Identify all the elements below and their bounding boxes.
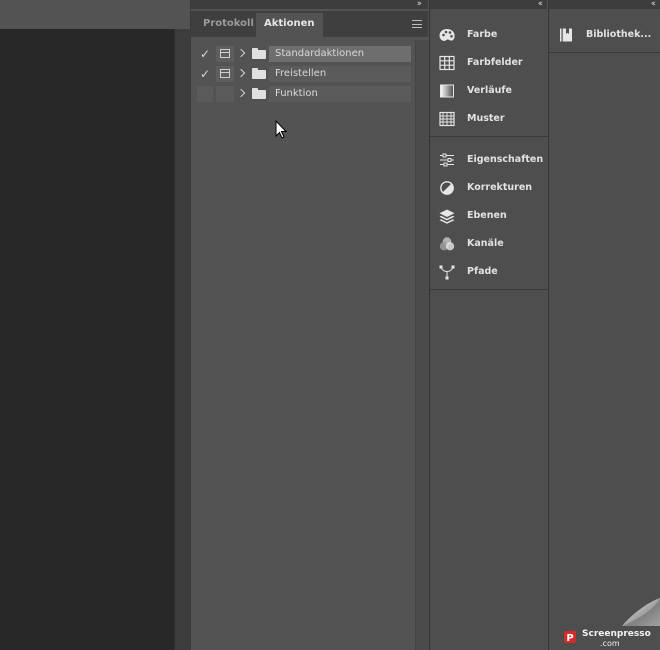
expand-dock-icon[interactable]: ‹‹ bbox=[538, 0, 543, 9]
dock-item-label: Korrekturen bbox=[467, 182, 533, 193]
action-set-row[interactable]: ✓ Standardaktionen bbox=[195, 44, 411, 64]
dialog-icon bbox=[220, 69, 230, 78]
dock-item-label: Muster bbox=[467, 113, 505, 124]
dock-group-library: Bibliothek... bbox=[549, 21, 660, 49]
dock-item-muster[interactable]: Muster bbox=[430, 105, 548, 133]
watermark-domain: .com bbox=[600, 639, 620, 648]
toggle-checkmark-icon[interactable]: ✓ bbox=[197, 66, 213, 82]
panel-scrollbar[interactable] bbox=[415, 40, 429, 650]
dock-item-label: Ebenen bbox=[467, 210, 507, 221]
toggle-checkmark-icon[interactable]: ✓ bbox=[197, 46, 213, 62]
gradient-icon bbox=[438, 83, 456, 99]
swatches-grid-icon bbox=[438, 55, 456, 71]
action-set-row[interactable]: Funktion bbox=[195, 84, 411, 104]
paths-icon bbox=[438, 264, 456, 280]
dock-item-label: Farbfelder bbox=[467, 57, 523, 68]
folder-icon bbox=[251, 86, 267, 102]
dock-item-farbe[interactable]: Farbe bbox=[430, 21, 548, 49]
workspace bbox=[0, 0, 174, 650]
dock-divider bbox=[549, 52, 660, 53]
action-set-row[interactable]: ✓ Freistellen bbox=[195, 64, 411, 84]
icon-panel-dock: ‹‹ Farbe Farbfelder Verläufe Muster Eige… bbox=[429, 0, 548, 650]
expand-panels-icon[interactable]: ›› bbox=[417, 0, 422, 9]
actions-panel: ›› Protokoll Aktionen ✓ Standardaktionen… bbox=[190, 0, 429, 650]
toggle-checkmark-empty[interactable] bbox=[197, 86, 213, 102]
adjustments-icon bbox=[438, 180, 456, 196]
dock-item-pfade[interactable]: Pfade bbox=[430, 258, 548, 286]
expand-chevron-icon[interactable] bbox=[236, 66, 248, 82]
tab-aktionen[interactable]: Aktionen bbox=[256, 13, 323, 37]
dialog-toggle[interactable] bbox=[216, 86, 234, 102]
layers-icon bbox=[438, 208, 456, 224]
dock-item-label: Kanäle bbox=[467, 238, 504, 249]
library-dock: ‹‹ Bibliothek... bbox=[548, 0, 660, 650]
dock-header: ‹‹ bbox=[549, 0, 660, 9]
dock-item-label: Farbe bbox=[467, 29, 498, 40]
dock-group-colors: Farbe Farbfelder Verläufe Muster bbox=[430, 21, 548, 133]
dock-item-label: Eigenschaften bbox=[467, 154, 544, 165]
panel-menu-icon[interactable] bbox=[412, 20, 422, 28]
pattern-icon bbox=[438, 111, 456, 127]
expand-chevron-icon[interactable] bbox=[236, 86, 248, 102]
expand-dock-icon[interactable]: ‹‹ bbox=[651, 0, 656, 9]
document-canvas[interactable] bbox=[0, 29, 174, 650]
workspace-scrollbar[interactable] bbox=[174, 29, 190, 650]
dock-item-farbfelder[interactable]: Farbfelder bbox=[430, 49, 548, 77]
actions-list: ✓ Standardaktionen ✓ Freistellen Funktio… bbox=[195, 44, 411, 104]
screenpresso-watermark: P Screenpresso .com bbox=[548, 590, 660, 650]
expand-chevron-icon[interactable] bbox=[236, 46, 248, 62]
dock-item-bibliothek[interactable]: Bibliothek... bbox=[549, 21, 660, 49]
dock-item-label: Verläufe bbox=[467, 85, 512, 96]
action-set-name: Freistellen bbox=[269, 66, 411, 82]
dock-divider bbox=[430, 289, 548, 290]
color-palette-icon bbox=[438, 27, 456, 43]
action-set-name: Standardaktionen bbox=[269, 46, 411, 62]
folder-icon bbox=[251, 46, 267, 62]
dialog-icon bbox=[220, 49, 230, 58]
dock-group-layers: Eigenschaften Korrekturen Ebenen Kanäle … bbox=[430, 146, 548, 286]
dialog-toggle[interactable] bbox=[216, 66, 234, 82]
dock-item-eigenschaften[interactable]: Eigenschaften bbox=[430, 146, 548, 174]
panel-column-header: ›› bbox=[191, 0, 428, 9]
dock-item-label: Bibliothek... bbox=[586, 29, 652, 40]
tab-protokoll[interactable]: Protokoll bbox=[195, 13, 262, 37]
dock-item-verlaeufe[interactable]: Verläufe bbox=[430, 77, 548, 105]
action-set-name: Funktion bbox=[269, 86, 411, 102]
dock-divider bbox=[430, 136, 548, 137]
dock-item-kanaele[interactable]: Kanäle bbox=[430, 230, 548, 258]
dock-item-ebenen[interactable]: Ebenen bbox=[430, 202, 548, 230]
watermark-brand: Screenpresso bbox=[582, 629, 651, 639]
panel-tabbar: Protokoll Aktionen bbox=[191, 11, 428, 37]
channels-icon bbox=[438, 236, 456, 252]
dock-item-korrekturen[interactable]: Korrekturen bbox=[430, 174, 548, 202]
dialog-toggle[interactable] bbox=[216, 46, 234, 62]
library-book-icon bbox=[557, 27, 575, 43]
svg-text:P: P bbox=[566, 633, 573, 644]
dock-header: ‹‹ bbox=[430, 0, 547, 9]
dock-item-label: Pfade bbox=[467, 266, 498, 277]
properties-sliders-icon bbox=[438, 152, 456, 168]
folder-icon bbox=[251, 66, 267, 82]
